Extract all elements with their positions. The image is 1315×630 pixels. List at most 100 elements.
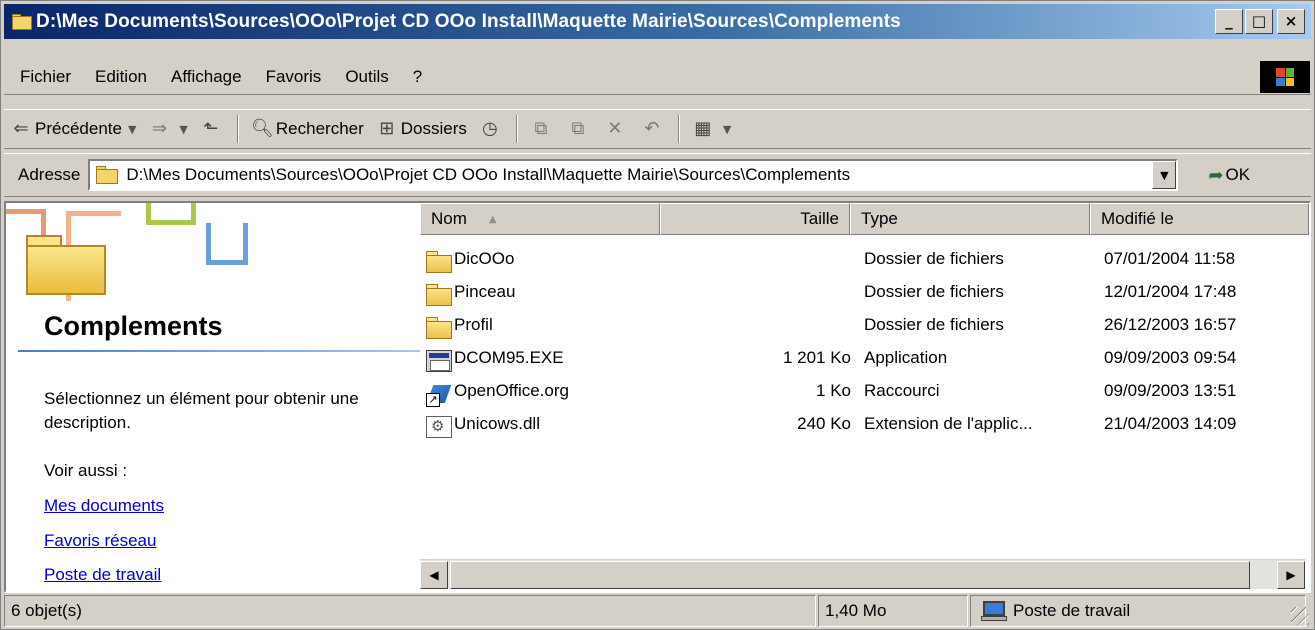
up-folder-button[interactable]: ⬑ [194,113,231,145]
status-location-label: Poste de travail [1013,601,1131,620]
column-headers: Nom ▲ Taille Type Modifié le [420,203,1309,235]
shortcut-icon [426,383,452,407]
go-label: OK [1225,165,1251,184]
delete-button[interactable]: ✕ [598,113,635,145]
copy-to-icon: ⧉ [571,118,585,139]
link-favoris-reseau[interactable]: Favoris réseau [44,531,156,551]
file-type: Dossier de fichiers [864,249,1004,268]
menu-help[interactable]: ? [401,67,434,87]
content-area: Complements Sélectionnez un élément pour… [4,201,1311,593]
dll-icon [426,416,452,438]
back-label: Précédente [35,119,122,138]
file-type: Application [864,348,948,367]
file-modified: 26/12/2003 16:57 [1104,315,1237,334]
link-mes-documents[interactable]: Mes documents [44,496,164,516]
scroll-right-button[interactable]: ▶ [1277,561,1305,589]
file-size: 240 Ko [797,414,851,433]
status-bar: 6 objet(s) 1,40 Mo Poste de travail [4,595,1311,627]
computer-icon [981,601,1007,621]
column-header-type[interactable]: Type [850,203,1090,235]
status-location: Poste de travail [970,595,1306,627]
address-input[interactable]: D:\Mes Documents\Sources\OOo\Projet CD O… [88,159,1179,191]
column-header-modified[interactable]: Modifié le [1090,203,1309,235]
menu-affichage[interactable]: Affichage [159,67,254,87]
dropdown-arrow-icon[interactable]: ▼ [179,123,187,136]
go-button[interactable]: ➦ OK [1208,165,1250,186]
divider [18,350,420,352]
maximize-button[interactable]: □ [1245,9,1273,34]
file-modified: 12/01/2004 17:48 [1104,282,1237,301]
file-modified: 09/09/2003 13:51 [1104,381,1237,400]
file-modified: 07/01/2004 11:58 [1104,249,1236,268]
back-arrow-icon: ⇐ [13,118,29,139]
file-type: Dossier de fichiers [864,315,1004,334]
file-modified: 09/09/2003 09:54 [1104,348,1237,367]
file-type: Extension de l'applic... [864,414,1033,433]
menu-outils[interactable]: Outils [333,67,400,87]
history-button[interactable]: ◷ [473,113,510,145]
back-button[interactable]: ⇐ Précédente ▼ [4,113,142,145]
folder-icon [426,251,452,273]
exe-icon [426,350,452,372]
file-row[interactable]: DCOM95.EXE 1 201 Ko Application 09/09/20… [420,344,1309,377]
file-name: DCOM95.EXE [454,348,564,367]
file-modified: 21/04/2003 14:09 [1104,414,1237,433]
title-bar[interactable]: D:\Mes Documents\Sources\OOo\Projet CD O… [4,4,1311,39]
forward-button[interactable]: ⇒ ▼ [142,113,193,145]
status-object-count: 6 objet(s) [4,595,816,627]
file-row[interactable]: DicOOo Dossier de fichiers 07/01/2004 11… [420,245,1309,278]
delete-icon: ✕ [607,118,623,139]
file-row[interactable]: Unicows.dll 240 Ko Extension de l'applic… [420,410,1309,443]
decor-square [146,203,196,225]
address-bar: Adresse D:\Mes Documents\Sources\OOo\Pro… [4,153,1311,197]
menu-edition[interactable]: Edition [83,67,159,87]
file-name: Profil [454,315,493,334]
undo-button[interactable]: ↶ [635,113,672,145]
horizontal-scrollbar[interactable]: ◀ ▶ [420,559,1305,589]
address-value[interactable]: D:\Mes Documents\Sources\OOo\Projet CD O… [126,165,850,185]
file-size: 1 Ko [816,381,851,400]
column-name-label: Nom [431,209,467,228]
menu-fichier[interactable]: Fichier [4,67,83,87]
toolbar-separator [515,115,518,143]
move-to-button[interactable]: ⧉ [524,113,561,145]
folders-tree-icon: ⊞ [379,118,395,139]
folders-button[interactable]: ⊞ Dossiers [370,113,473,145]
search-button[interactable]: 🔍︎ Rechercher [245,113,370,145]
views-icon: ▦ [694,118,712,139]
undo-icon: ↶ [644,118,660,139]
menu-bar: Fichier Edition Affichage Favoris Outils… [4,59,1311,95]
scroll-left-button[interactable]: ◀ [420,561,448,589]
copy-to-button[interactable]: ⧉ [561,113,598,145]
file-row[interactable]: Profil Dossier de fichiers 26/12/2003 16… [420,311,1309,344]
column-header-name[interactable]: Nom ▲ [420,203,660,235]
toolbar: ⇐ Précédente ▼ ⇒ ▼ ⬑ 🔍︎ Rechercher ⊞ Dos… [4,109,1311,149]
minimize-button[interactable]: _ [1215,9,1243,34]
close-button[interactable]: × [1277,9,1305,34]
resize-grip[interactable] [1291,607,1309,625]
dropdown-arrow-icon[interactable]: ▼ [723,123,731,136]
windows-logo-icon [1260,61,1310,93]
file-size: 1 201 Ko [782,348,851,367]
menu-favoris[interactable]: Favoris [254,67,334,87]
window-title: D:\Mes Documents\Sources\OOo\Projet CD O… [36,10,901,32]
scroll-thumb[interactable] [450,561,1250,589]
file-name: DicOOo [454,249,515,268]
address-dropdown-button[interactable]: ▼ [1152,161,1177,189]
web-view-pane: Complements Sélectionnez un élément pour… [6,203,420,591]
file-row[interactable]: OpenOffice.org 1 Ko Raccourci 09/09/2003… [420,377,1309,410]
move-to-icon: ⧉ [534,118,548,139]
folder-title: Complements [44,311,223,341]
link-poste-de-travail[interactable]: Poste de travail [44,565,161,585]
sort-ascending-icon: ▲ [488,213,497,225]
folder-banner: Complements [6,203,420,353]
folder-icon [426,317,452,339]
window-controls: _ □ × [1215,9,1305,34]
folder-icon [426,284,452,306]
file-row[interactable]: Pinceau Dossier de fichiers 12/01/2004 1… [420,278,1309,311]
views-button[interactable]: ▦ ▼ [686,113,737,145]
dropdown-arrow-icon[interactable]: ▼ [128,123,136,136]
large-folder-icon [26,233,106,295]
search-label: Rechercher [275,119,364,138]
column-header-size[interactable]: Taille [660,203,850,235]
